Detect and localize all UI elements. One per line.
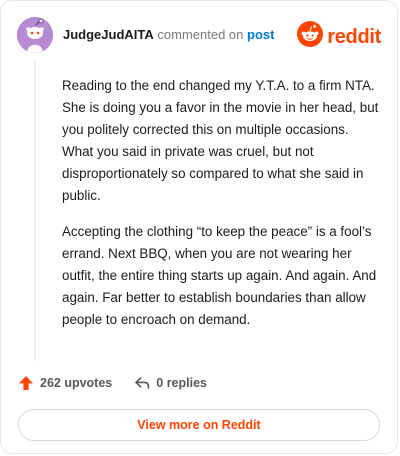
reddit-brand[interactable]: reddit xyxy=(297,21,381,52)
snoo-avatar-icon[interactable] xyxy=(17,17,53,53)
upvote-count: 262 upvotes xyxy=(40,376,113,390)
comment-paragraph-1: Reading to the end changed my Y.T.A. to … xyxy=(62,78,379,203)
reddit-wordmark: reddit xyxy=(327,25,381,48)
comment-actions: 262 upvotes 0 replies xyxy=(18,373,207,393)
comment-meta: JudgeJudAITA commented on post xyxy=(63,27,274,43)
comment-body: Reading to the end changed my Y.T.A. to … xyxy=(62,75,380,345)
upvote-arrow-icon xyxy=(18,375,34,391)
view-more-button[interactable]: View more on Reddit xyxy=(18,409,380,441)
reply-count: 0 replies xyxy=(156,376,207,390)
author-username[interactable]: JudgeJudAITA xyxy=(63,27,154,42)
thread-line xyxy=(34,61,36,361)
reply-button[interactable]: 0 replies xyxy=(134,375,207,391)
embedded-comment-card: JudgeJudAITA commented on post reddit Re… xyxy=(0,0,398,454)
post-link[interactable]: post xyxy=(247,27,274,42)
comment-header: JudgeJudAITA commented on post reddit xyxy=(17,17,381,53)
reply-arrow-icon xyxy=(134,375,150,391)
upvote-button[interactable]: 262 upvotes xyxy=(18,375,112,391)
commented-on-text: commented on xyxy=(157,27,244,42)
reddit-logo-icon xyxy=(297,21,324,52)
comment-paragraph-2: Accepting the clothing “to keep the peac… xyxy=(62,224,377,327)
